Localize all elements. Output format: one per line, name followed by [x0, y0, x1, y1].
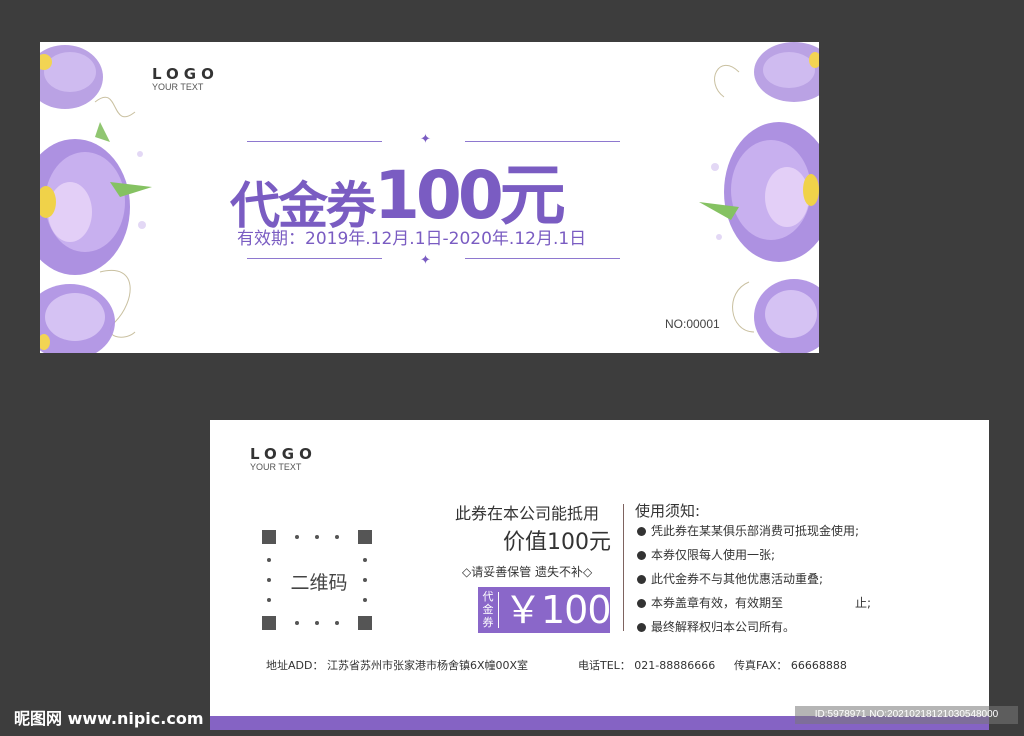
list-item: 本券仅限每人使用一张; — [637, 548, 871, 572]
logo-text: LOGO — [250, 445, 317, 463]
list-item: 最终解释权归本公司所有。 — [637, 620, 871, 644]
voucher-title: 代金券100元 — [230, 142, 640, 235]
list-item: 凭此券在某某俱乐部消费可抵现金使用; — [637, 524, 871, 548]
fax: 传真FAX： 66668888 — [734, 659, 847, 672]
flower-decoration-left — [40, 45, 152, 353]
list-item: 此代金券不与其他优惠活动重叠; — [637, 572, 871, 596]
price-amount: ￥100 — [504, 588, 612, 632]
usage-notes: 凭此券在某某俱乐部消费可抵现金使用; 本券仅限每人使用一张; 此代金券不与其他优… — [637, 524, 871, 644]
flower-decoration-right — [699, 42, 819, 353]
qr-corner — [358, 616, 372, 630]
notes-title: 使用须知: — [635, 502, 701, 520]
validity-period: 有效期：2019年.12月.1日-2020年.12月.1日 — [237, 229, 587, 249]
price-tag: 代金券 — [482, 590, 494, 629]
bottom-left-rule — [247, 258, 382, 259]
logo: LOGO YOUR TEXT — [250, 446, 317, 472]
qr-label: 二维码 — [290, 572, 348, 594]
offer-line-2: 价值100元 — [503, 530, 611, 555]
price-box: 代金券 ￥100 — [478, 587, 612, 633]
logo: LOGO YOUR TEXT — [152, 66, 219, 92]
phone: 电话TEL： 021-88886666 — [578, 659, 716, 672]
bottom-right-rule — [465, 258, 620, 259]
title-amount: 100元 — [374, 157, 566, 234]
address: 地址ADD： 江苏省苏州市张家港市杨舍镇6X幢00X室 — [266, 659, 529, 672]
vertical-divider — [623, 504, 624, 631]
site-watermark: 昵图网 www.nipic.com — [14, 709, 204, 728]
logo-subtext: YOUR TEXT — [152, 82, 204, 92]
logo-subtext: YOUR TEXT — [250, 462, 302, 472]
list-item: 本券盖章有效，有效期至 止; — [637, 596, 871, 620]
image-id-watermark: ID:5978971 NO:20210218121030548000 — [795, 706, 1018, 724]
qr-code-placeholder: 二维码 — [262, 530, 372, 630]
qr-corner — [262, 616, 276, 630]
serial-number: NO:00001 — [665, 317, 720, 331]
qr-corner — [262, 530, 276, 544]
voucher-front: LOGO YOUR TEXT ✦ ✦ 代金券100元 有效期：2019年.12月… — [40, 42, 819, 353]
qr-corner — [358, 530, 372, 544]
offer-line-1: 此券在本公司能抵用 — [454, 504, 599, 523]
logo-text: LOGO — [152, 65, 219, 83]
keep-notice: ◇请妥善保管 遗失不补◇ — [462, 565, 593, 579]
voucher-back: LOGO YOUR TEXT 二维码 此券在本公司能抵用 价值100元 ◇请妥善… — [210, 420, 989, 730]
star-icon: ✦ — [420, 253, 431, 268]
